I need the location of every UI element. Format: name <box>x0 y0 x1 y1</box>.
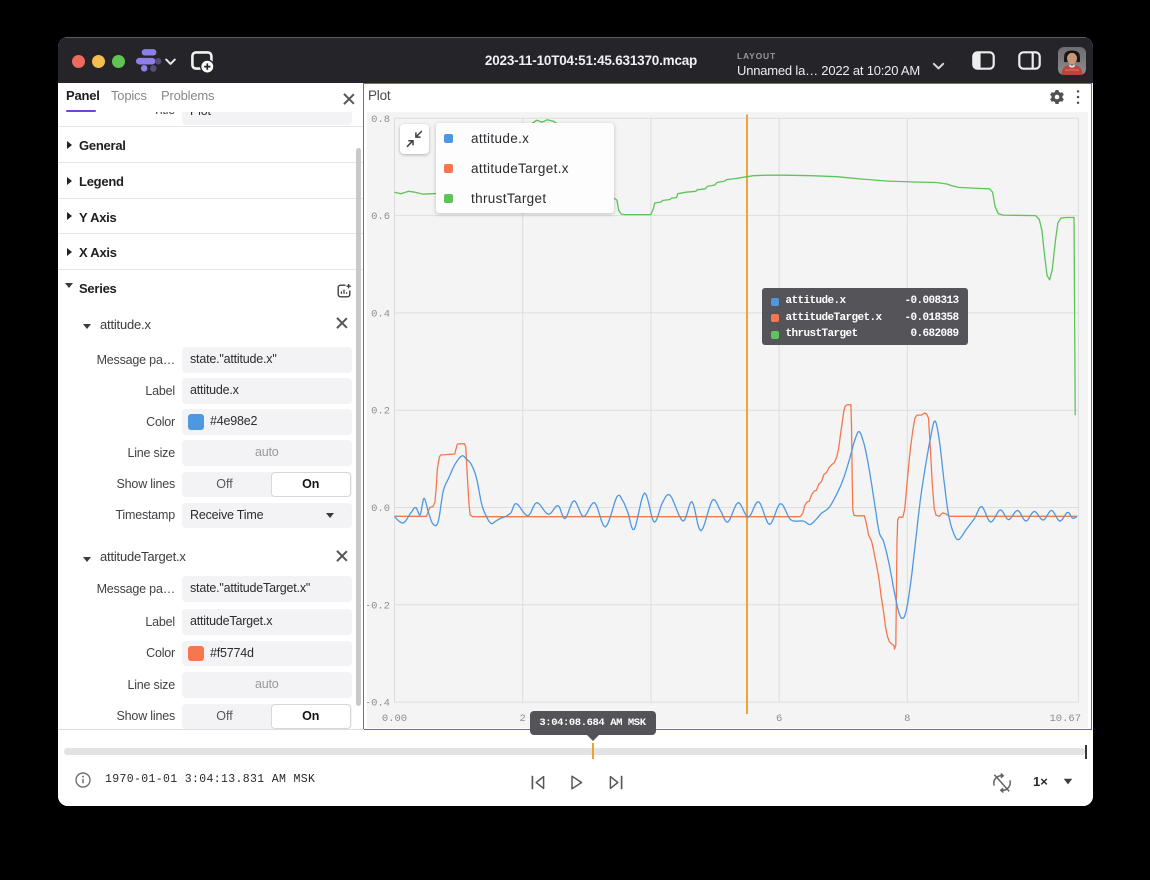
svg-text:0.6: 0.6 <box>371 211 390 223</box>
svg-text:2: 2 <box>519 713 525 725</box>
svg-text:0.2: 0.2 <box>371 405 390 417</box>
svg-text:-0.2: -0.2 <box>367 600 390 612</box>
svg-text:8: 8 <box>904 713 910 725</box>
svg-text:-0.4: -0.4 <box>367 697 390 709</box>
svg-text:10.67: 10.67 <box>1049 713 1081 725</box>
svg-text:0.4: 0.4 <box>371 308 390 320</box>
svg-text:0.00: 0.00 <box>381 713 406 725</box>
svg-text:0.8: 0.8 <box>371 113 390 125</box>
svg-text:0.0: 0.0 <box>371 503 390 515</box>
svg-text:6: 6 <box>775 713 781 725</box>
